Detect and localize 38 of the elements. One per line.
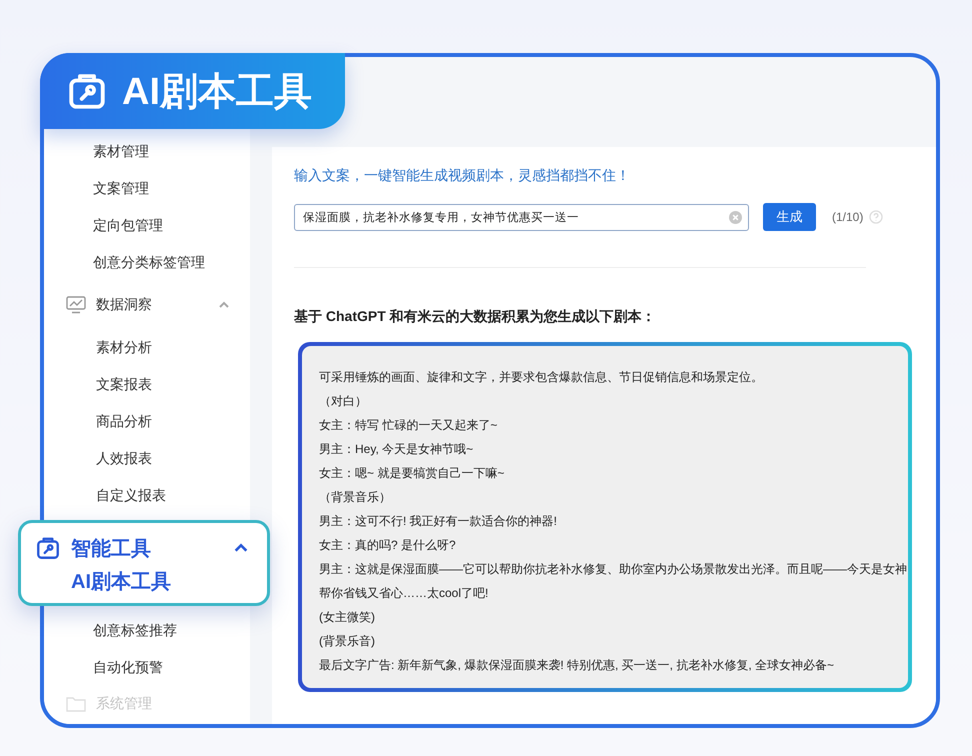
tagline: 输入文案，一键智能生成视频剧本，灵感挡都挡不住！ [294, 167, 631, 185]
sidebar-item[interactable]: 人效报表 [44, 440, 250, 477]
usage-counter: (1/10) [832, 210, 864, 224]
generate-button[interactable]: 生成 [763, 203, 816, 231]
sidebar-item[interactable]: 商品分析 [44, 403, 250, 440]
script-line: 男主：这可不行! 我正好有一款适合你的神器! [319, 513, 558, 530]
result-heading: 基于 ChatGPT 和有米云的大数据积累为您生成以下剧本： [294, 308, 657, 326]
script-line: 女主：真的吗? 是什么呀? [319, 537, 457, 554]
sidebar-item[interactable]: 自动化预警 [44, 649, 250, 686]
sidebar-item[interactable]: 定向包管理 [44, 207, 250, 244]
script-line: 男主：这就是保湿面膜——它可以帮助你抗老补水修复、助你室内办公场景散发出光泽。而且呢——今天是女神 [319, 561, 906, 578]
folder-icon [66, 695, 86, 713]
sidebar-item[interactable]: 自定义报表 [44, 477, 250, 514]
script-line: 女主：特写 忙碌的一天又起来了~ [319, 417, 498, 434]
script-line: 男主：Hey, 今天是女神节哦~ [319, 441, 474, 458]
sidebar-item[interactable]: 文案报表 [44, 366, 250, 403]
sidebar-group-label[interactable]: 智能工具 [71, 534, 223, 562]
monitor-chart-icon [66, 296, 86, 314]
script-line: （对白） [319, 393, 368, 410]
script-line: （背景音乐） [319, 489, 392, 506]
script-line: 最后文字广告: 新年新气象, 爆款保湿面膜来袭! 特别优惠, 买一送一, 抗老补水修复, 全球女神必备~ [319, 657, 836, 674]
sidebar-group-label[interactable]: 数据洞察 [96, 296, 208, 314]
clear-icon[interactable] [729, 210, 742, 224]
sidebar-item[interactable]: 文案管理 [44, 170, 250, 207]
sidebar-item[interactable]: AI剧本工具 [35, 567, 249, 597]
help-icon[interactable] [869, 210, 884, 224]
banner-title: AI剧本工具 [122, 70, 312, 114]
sidebar-item[interactable]: 创意标签推荐 [44, 612, 250, 649]
input-field[interactable]: 保湿面膜，抗老补水修复专用，女神节优惠买一送一 [294, 204, 749, 230]
sidebar-item[interactable]: 素材分析 [44, 329, 250, 366]
sidebar-item[interactable]: 素材管理 [44, 133, 250, 170]
script-line: 可采用锤炼的画面、旋律和文字，并要求包含爆款信息、节日促销信息和场景定位。 [319, 369, 764, 386]
toolbox-icon [35, 535, 61, 561]
script-line: 女主：嗯~ 就是要犒赏自己一下嘛~ [319, 465, 506, 482]
script-line: (女主微笑) [319, 609, 376, 626]
script-line: 帮你省钱又省心……太cool了吧! [319, 585, 490, 602]
sidebar-item[interactable]: 创意分类标签管理 [44, 244, 250, 281]
script-line: (背景乐音) [319, 633, 376, 650]
